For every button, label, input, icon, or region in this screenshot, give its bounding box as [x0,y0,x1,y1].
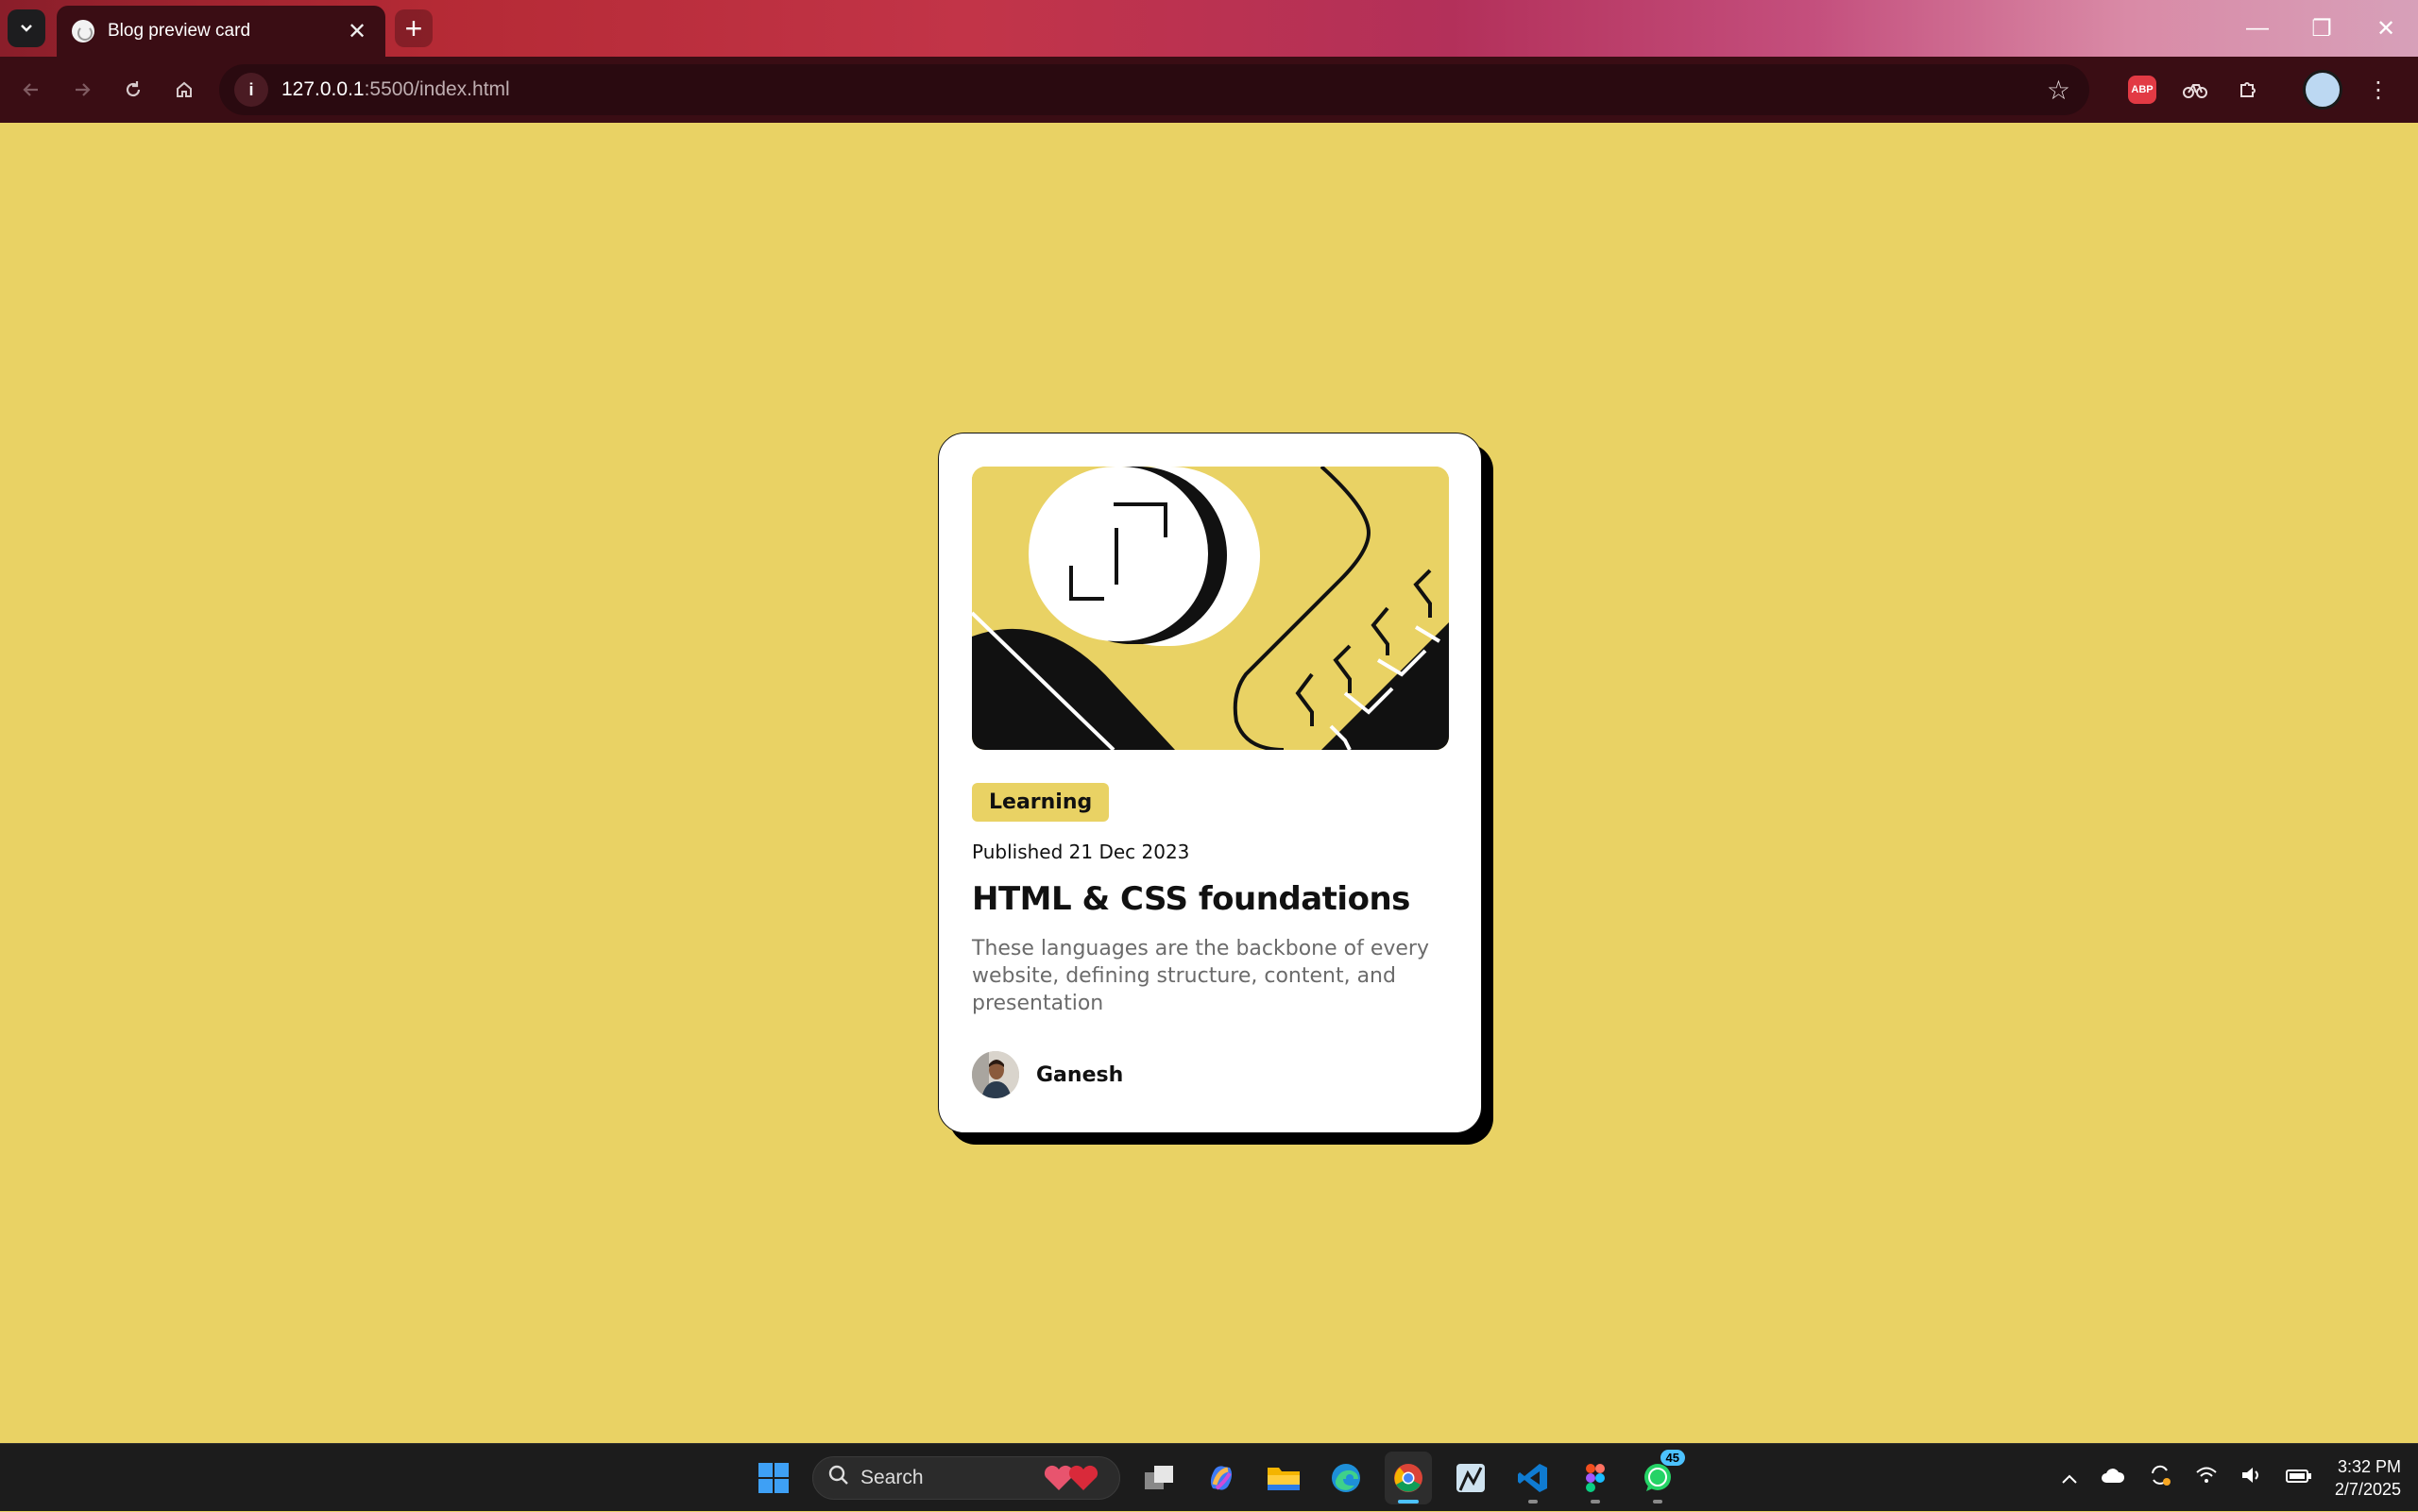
whatsapp-button[interactable]: 45 [1634,1450,1685,1504]
home-icon [177,81,192,97]
running-indicator [1528,1500,1538,1504]
running-indicator [1591,1500,1600,1504]
search-highlight-hearts-icon [1044,1465,1098,1490]
task-view-button[interactable] [1135,1452,1183,1504]
drawing-app-button[interactable] [1447,1452,1494,1504]
notification-badge: 45 [1660,1450,1685,1466]
edge-button[interactable] [1322,1452,1370,1504]
profile-avatar[interactable] [2303,70,2342,110]
drawing-app-icon [1456,1464,1485,1492]
url-host: 127.0.0.1 [281,78,365,100]
forward-button[interactable] [57,64,108,115]
tab-search-button[interactable] [8,9,45,47]
start-button[interactable] [750,1452,797,1504]
adblock-extension[interactable]: ABP [2125,73,2159,107]
author-block: Ganesh [972,1051,1448,1098]
battery-icon[interactable] [2285,1466,2312,1490]
clock-time: 3:32 PM [2337,1457,2401,1476]
active-indicator [1398,1500,1419,1504]
wifi-icon[interactable] [2195,1466,2218,1490]
new-tab-button[interactable]: + [395,9,433,47]
volume-icon[interactable] [2240,1466,2263,1490]
tab-close-button[interactable]: ✕ [344,18,370,45]
search-icon [828,1465,849,1492]
illustration-image [972,467,1449,750]
taskbar-search[interactable]: Search [812,1456,1120,1500]
figma-button[interactable] [1572,1452,1619,1504]
file-explorer-button[interactable] [1260,1452,1307,1504]
taskbar: Search 45 3:32 PM 2/7/2025 [0,1443,2418,1511]
copilot-button[interactable] [1198,1452,1245,1504]
page-viewport: Learning Published 21 Dec 2023 HTML & CS… [0,123,2418,1443]
restore-button[interactable]: ❐ [2290,0,2354,57]
minimize-button[interactable]: — [2225,0,2290,57]
reload-icon [126,81,141,97]
browser-toolbar: i 127.0.0.1:5500/index.html ☆ ABP ⋮ [0,57,2418,123]
author-name[interactable]: Ganesh [1036,1063,1123,1087]
vscode-icon [1518,1464,1547,1492]
edge-icon [1332,1464,1360,1492]
whatsapp-icon [1644,1464,1671,1491]
folder-icon [1268,1468,1300,1490]
copilot-icon [1210,1466,1233,1490]
sync-icon[interactable] [2148,1463,2172,1493]
clock-date: 2/7/2025 [2334,1480,2401,1499]
more-menu-icon[interactable]: ⋮ [2361,73,2395,107]
url-path: :5500/index.html [364,78,510,100]
abp-icon: ABP [2128,76,2156,104]
site-info-icon[interactable]: i [234,73,268,107]
published-date: Published 21 Dec 2023 [972,841,1190,863]
figma-icon [1586,1464,1605,1492]
arrow-left-icon [23,83,38,96]
browser-titlebar: Blog preview card ✕ + — ❐ ✕ [0,0,2418,57]
chrome-icon [1394,1464,1422,1492]
chevron-down-icon [21,25,32,32]
chrome-button[interactable] [1385,1452,1432,1504]
extensions-puzzle-icon[interactable] [2231,73,2265,107]
home-button[interactable] [159,64,210,115]
card-description: These languages are the backbone of ever… [972,937,1429,1015]
vscode-button[interactable] [1509,1452,1557,1504]
system-tray: 3:32 PM 2/7/2025 [2061,1444,2401,1512]
blog-preview-card: Learning Published 21 Dec 2023 HTML & CS… [938,433,1482,1133]
bike-extension-icon[interactable] [2178,73,2212,107]
extensions-area: ABP ⋮ [2125,64,2395,115]
globe-icon [72,20,94,42]
taskbar-apps: Search 45 [750,1450,1685,1504]
window-controls: — ❐ ✕ [2225,0,2418,57]
task-view-icon [1145,1466,1173,1489]
category-tag: Learning [972,783,1110,822]
tab-title: Blog preview card [108,21,251,41]
search-label: Search [860,1467,924,1488]
address-bar[interactable]: i 127.0.0.1:5500/index.html ☆ [219,64,2089,115]
onedrive-cloud-icon[interactable] [2101,1466,2125,1490]
chevron-up-icon[interactable] [2061,1466,2078,1490]
browser-tab-active[interactable]: Blog preview card ✕ [57,6,385,57]
close-window-button[interactable]: ✕ [2354,0,2418,57]
author-avatar [972,1051,1019,1098]
arrow-right-icon [76,83,91,96]
running-indicator [1653,1500,1662,1504]
reload-button[interactable] [108,64,159,115]
card-title[interactable]: HTML & CSS foundations [972,880,1448,918]
system-clock[interactable]: 3:32 PM 2/7/2025 [2335,1455,2401,1501]
windows-icon [758,1463,789,1493]
bookmark-star-icon[interactable]: ☆ [2047,75,2070,106]
back-button[interactable] [6,64,57,115]
url-text[interactable]: 127.0.0.1:5500/index.html [281,78,510,101]
